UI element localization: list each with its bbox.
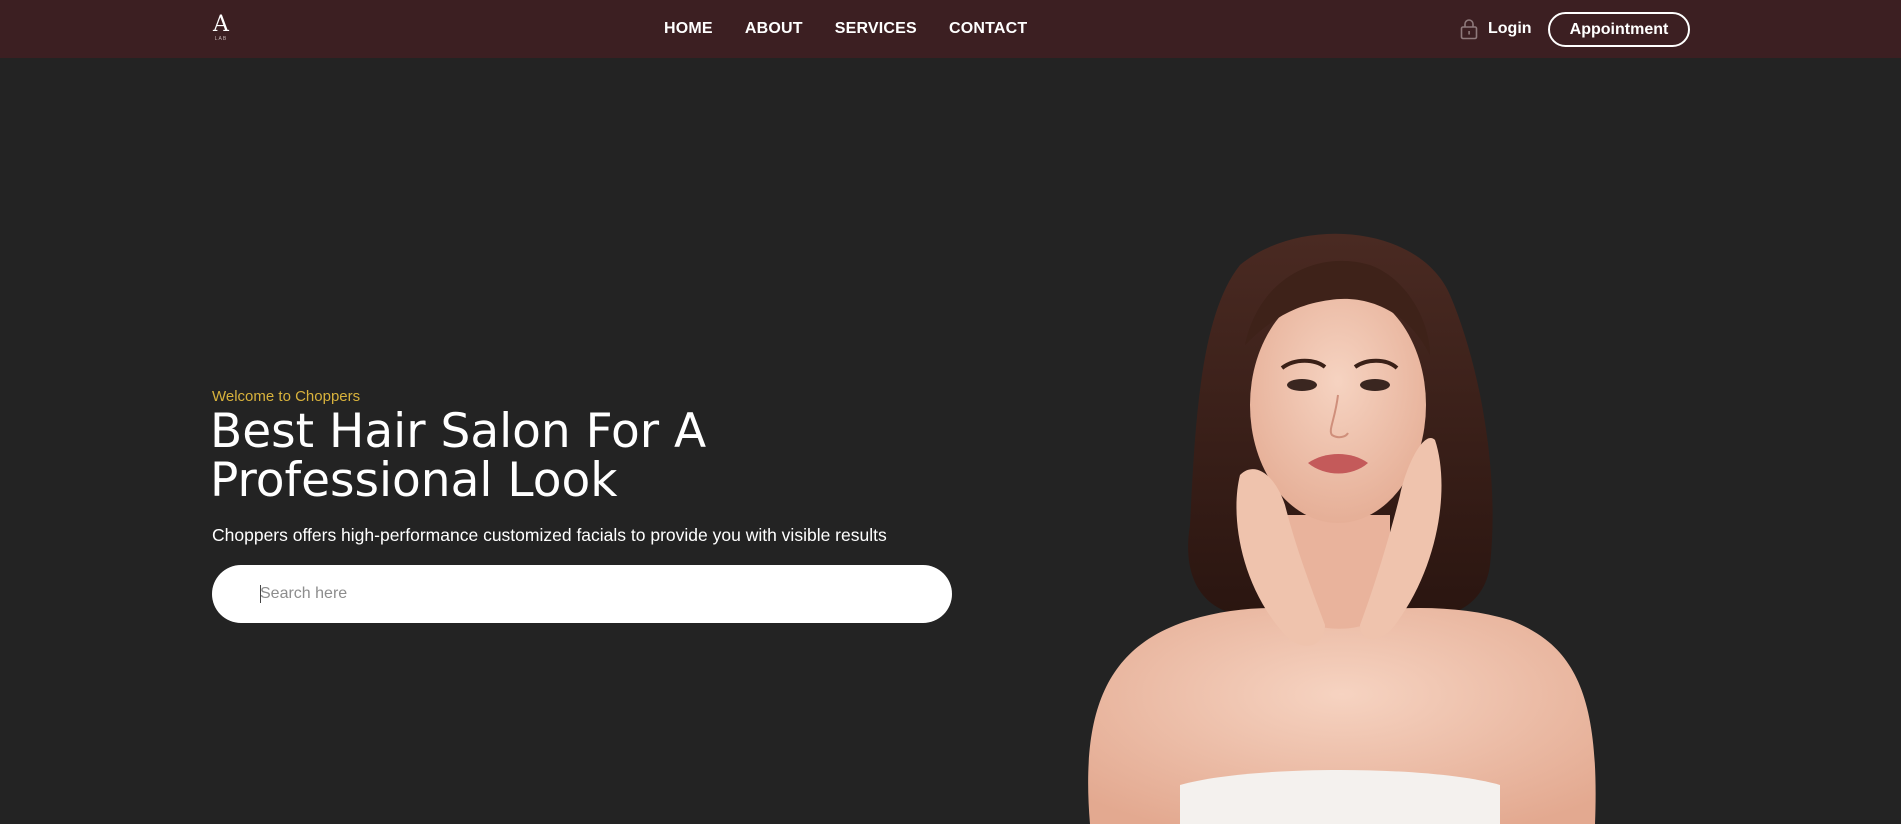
headline-line-1: Best Hair Salon For A <box>210 404 707 459</box>
logo-mark: A <box>213 12 229 37</box>
login-link[interactable]: Login <box>1460 0 1532 58</box>
hero-headline: Best Hair Salon For A Professional Look <box>210 407 850 505</box>
hero-subtext: Choppers offers high-performance customi… <box>212 525 887 545</box>
page: A LAB HOME ABOUT SERVICES CONTACT Login … <box>0 0 1901 824</box>
text-caret <box>260 585 261 603</box>
search-bar <box>212 565 952 623</box>
nav-home[interactable]: HOME <box>664 20 713 38</box>
nav-services[interactable]: SERVICES <box>835 20 917 38</box>
top-navbar: A LAB HOME ABOUT SERVICES CONTACT Login … <box>0 0 1901 58</box>
hero-eyebrow: Welcome to Choppers <box>212 388 361 405</box>
main-nav: HOME ABOUT SERVICES CONTACT <box>664 0 1027 58</box>
login-label: Login <box>1488 20 1532 37</box>
appointment-button[interactable]: Appointment <box>1548 12 1690 47</box>
brand-logo[interactable]: A LAB <box>210 14 232 44</box>
hero-portrait-image <box>1088 233 1596 824</box>
nav-about[interactable]: ABOUT <box>745 20 803 38</box>
nav-contact[interactable]: CONTACT <box>949 20 1027 38</box>
headline-line-2: Professional Look <box>210 453 618 508</box>
search-input[interactable] <box>260 565 920 623</box>
lock-icon <box>1460 19 1478 40</box>
